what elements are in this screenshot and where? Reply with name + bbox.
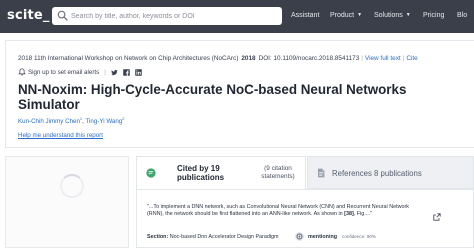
alerts-row: Sign up to set email alerts | <box>18 68 147 76</box>
author-link[interactable]: Ting-Yi Wang2 <box>85 116 124 125</box>
citation-quote: "...To implement a DNN network, such as … <box>147 204 409 218</box>
tab-cited-by[interactable]: Cited by 19 publications (9 citation sta… <box>136 156 306 189</box>
author-link[interactable]: Kun-Chih Jimmy Chen1 <box>18 116 82 125</box>
mentioning-icon <box>295 232 304 241</box>
scite-logo[interactable]: scite_ <box>7 8 50 23</box>
citation-statements-count: (9 citation statements) <box>261 165 295 180</box>
search-input[interactable] <box>71 7 267 25</box>
cite-link[interactable]: Cite <box>406 55 417 62</box>
divider: | <box>402 55 405 62</box>
confidence-value: confidence: 90% <box>342 234 377 239</box>
venue-name[interactable]: 2018 11th International Workshop on Netw… <box>18 55 238 62</box>
doi[interactable]: DOI: 10.1109/nocarc.2018.8541173 <box>259 55 360 62</box>
reference-marker[interactable]: [38] <box>344 211 354 217</box>
publication-year: 2018 <box>241 55 256 62</box>
nav-assistant[interactable]: Assistant <box>291 12 319 19</box>
chevron-down-icon: ▼ <box>357 12 363 18</box>
chevron-down-icon: ▼ <box>405 12 411 18</box>
email-alerts-link[interactable]: Sign up to set email alerts <box>28 69 99 76</box>
divider: | <box>104 68 106 76</box>
cited-by-label: Cited by 19 publications <box>177 164 225 182</box>
authors-line: Kun-Chih Jimmy Chen1, Ting-Yi Wang2 <box>18 116 125 126</box>
help-understand-link[interactable]: Help me understand this report <box>18 132 103 139</box>
venue-line: 2018 11th International Workshop on Netw… <box>18 55 418 62</box>
facebook-icon[interactable] <box>123 68 130 76</box>
divider: | <box>361 55 363 62</box>
mentioning-label: mentioning <box>308 233 338 240</box>
nav-blog[interactable]: Blo <box>457 12 467 19</box>
bell-icon <box>18 68 26 76</box>
paper-title: NN-Noxim: High-Cycle-Accurate NoC-based … <box>18 82 407 112</box>
twitter-icon[interactable] <box>110 69 118 76</box>
nav-solutions[interactable]: Solutions ▼ <box>374 12 411 19</box>
citation-statement: "...To implement a DNN network, such as … <box>136 189 474 248</box>
search-box[interactable] <box>52 7 282 25</box>
document-icon <box>318 168 325 178</box>
paper-card: 2018 11th International Workshop on Netw… <box>5 40 474 148</box>
nav-product[interactable]: Product ▼ <box>330 12 362 19</box>
external-link-icon[interactable] <box>433 213 441 221</box>
classification-badge: mentioning confidence: 90% <box>295 232 376 241</box>
section-info: Section: Noc-based Dnn Accelerator Desig… <box>147 234 279 240</box>
smart-citations-panel <box>5 156 129 248</box>
search-icon <box>57 10 68 21</box>
references-label: References 8 publications <box>332 169 422 178</box>
nav-pricing[interactable]: Pricing <box>423 12 444 19</box>
view-full-text-link[interactable]: View full text <box>365 55 401 62</box>
chat-bubble-icon <box>146 168 156 178</box>
tab-references[interactable]: References 8 publications <box>307 156 474 189</box>
linkedin-icon[interactable] <box>135 68 142 76</box>
top-navigation-bar: scite_ Assistant Product▼ Solutions▼ Pri… <box>0 0 474 33</box>
loading-spinner-icon <box>60 174 84 198</box>
